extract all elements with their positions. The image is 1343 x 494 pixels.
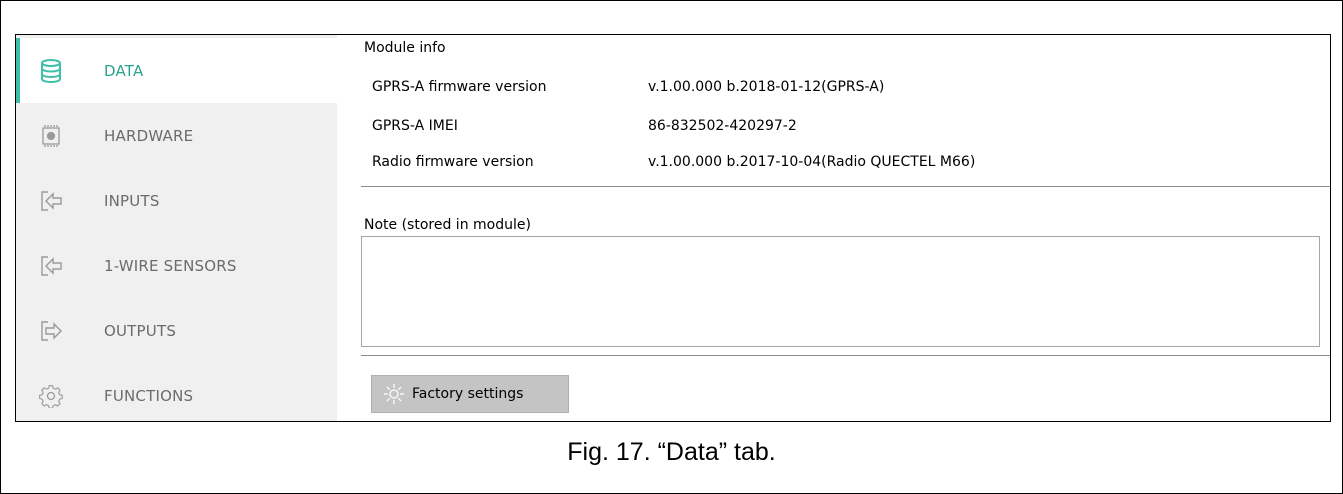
sidebar-item-data[interactable]: DATA [16, 38, 337, 103]
sidebar-item-label: 1-WIRE SENSORS [104, 256, 237, 275]
input-icon [38, 188, 64, 214]
info-value: v.1.00.000 b.2018-01-12(GPRS-A) [648, 79, 885, 95]
chip-icon [38, 123, 64, 149]
info-key: GPRS-A firmware version [372, 79, 547, 95]
main-panel: Module info GPRS-A firmware version v.1.… [337, 35, 1330, 421]
gear-icon [38, 383, 64, 409]
info-key: Radio firmware version [372, 154, 534, 170]
sidebar-item-label: FUNCTIONS [104, 386, 194, 405]
sidebar-item-label: DATA [104, 61, 144, 80]
info-row: GPRS-A firmware version v.1.00.000 b.201… [372, 73, 884, 101]
module-info-title: Module info [364, 40, 446, 56]
sidebar-item-1-wire-sensors[interactable]: 1-WIRE SENSORS [16, 233, 337, 298]
note-textarea[interactable] [361, 236, 1320, 347]
divider [361, 355, 1330, 356]
divider [361, 186, 1330, 187]
sidebar-item-label: OUTPUTS [104, 321, 177, 340]
factory-settings-button[interactable]: Factory settings [371, 375, 569, 413]
sidebar-item-outputs[interactable]: OUTPUTS [16, 298, 337, 363]
input-icon [38, 253, 64, 279]
sidebar-item-label: HARDWARE [104, 126, 194, 145]
sidebar-item-label: INPUTS [104, 191, 160, 210]
sidebar-item-inputs[interactable]: INPUTS [16, 168, 337, 233]
info-row: GPRS-A IMEI 86-832502-420297-2 [372, 112, 797, 140]
database-icon [38, 58, 64, 84]
output-icon [38, 318, 64, 344]
factory-settings-label: Factory settings [412, 386, 524, 402]
info-key: GPRS-A IMEI [372, 118, 458, 134]
gear-wrench-icon [382, 382, 406, 406]
sidebar: DATA HARDWARE INPUTS 1-WIRE SENSORS OUTP… [16, 35, 337, 421]
app-window: DATA HARDWARE INPUTS 1-WIRE SENSORS OUTP… [15, 34, 1331, 422]
info-row: Radio firmware version v.1.00.000 b.2017… [372, 148, 975, 176]
note-label: Note (stored in module) [364, 217, 531, 233]
info-value: v.1.00.000 b.2017-10-04(Radio QUECTEL M6… [648, 154, 976, 170]
sidebar-item-hardware[interactable]: HARDWARE [16, 103, 337, 168]
figure-caption: Fig. 17. “Data” tab. [567, 438, 776, 466]
sidebar-item-functions[interactable]: FUNCTIONS [16, 363, 337, 421]
info-value: 86-832502-420297-2 [648, 118, 797, 134]
